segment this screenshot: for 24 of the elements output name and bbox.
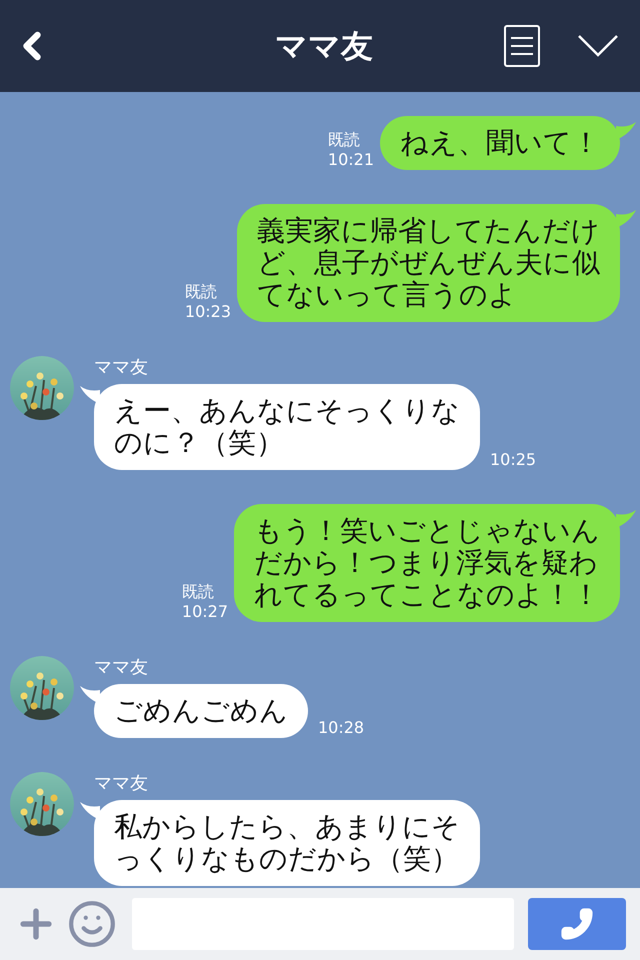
sender-name: ママ友 — [94, 774, 149, 794]
message-bubble: もう！笑いごとじゃないん だから！つまり浮気を疑わ れてるってことなのよ！！ — [234, 504, 620, 622]
message-time: 10:23 — [184, 302, 231, 322]
smiley-icon — [67, 899, 117, 949]
sender-name: ママ友 — [94, 358, 149, 378]
chevron-down-icon — [578, 35, 618, 57]
message-time: 10:28 — [318, 718, 364, 738]
message-time: 10:27 — [182, 602, 228, 622]
phone-icon — [560, 907, 594, 941]
message-bubble: えー、あんなにそっくりな のに？（笑） — [94, 384, 480, 470]
read-receipt: 既読 — [184, 282, 217, 302]
message-time: 10:25 — [490, 450, 536, 470]
message-time: 10:21 — [328, 150, 374, 170]
read-receipt: 既読 — [182, 582, 214, 602]
emoji-button[interactable] — [66, 898, 118, 950]
chat-title: ママ友 — [274, 26, 374, 67]
message-bubble: 義実家に帰省してたんだけ ど、息子がぜんぜん夫に似 てないって言うのよ — [237, 204, 620, 322]
message-bubble: ねえ、聞いて！ — [380, 116, 620, 170]
sender-name: ママ友 — [94, 658, 149, 678]
notes-button[interactable] — [504, 25, 540, 67]
message-bubble: 私からしたら、あまりにそ っくりなものだから（笑） — [94, 800, 480, 886]
message-bubble: ごめんごめん — [94, 684, 308, 738]
read-receipt: 既読 — [328, 130, 360, 150]
call-button[interactable] — [528, 898, 626, 950]
